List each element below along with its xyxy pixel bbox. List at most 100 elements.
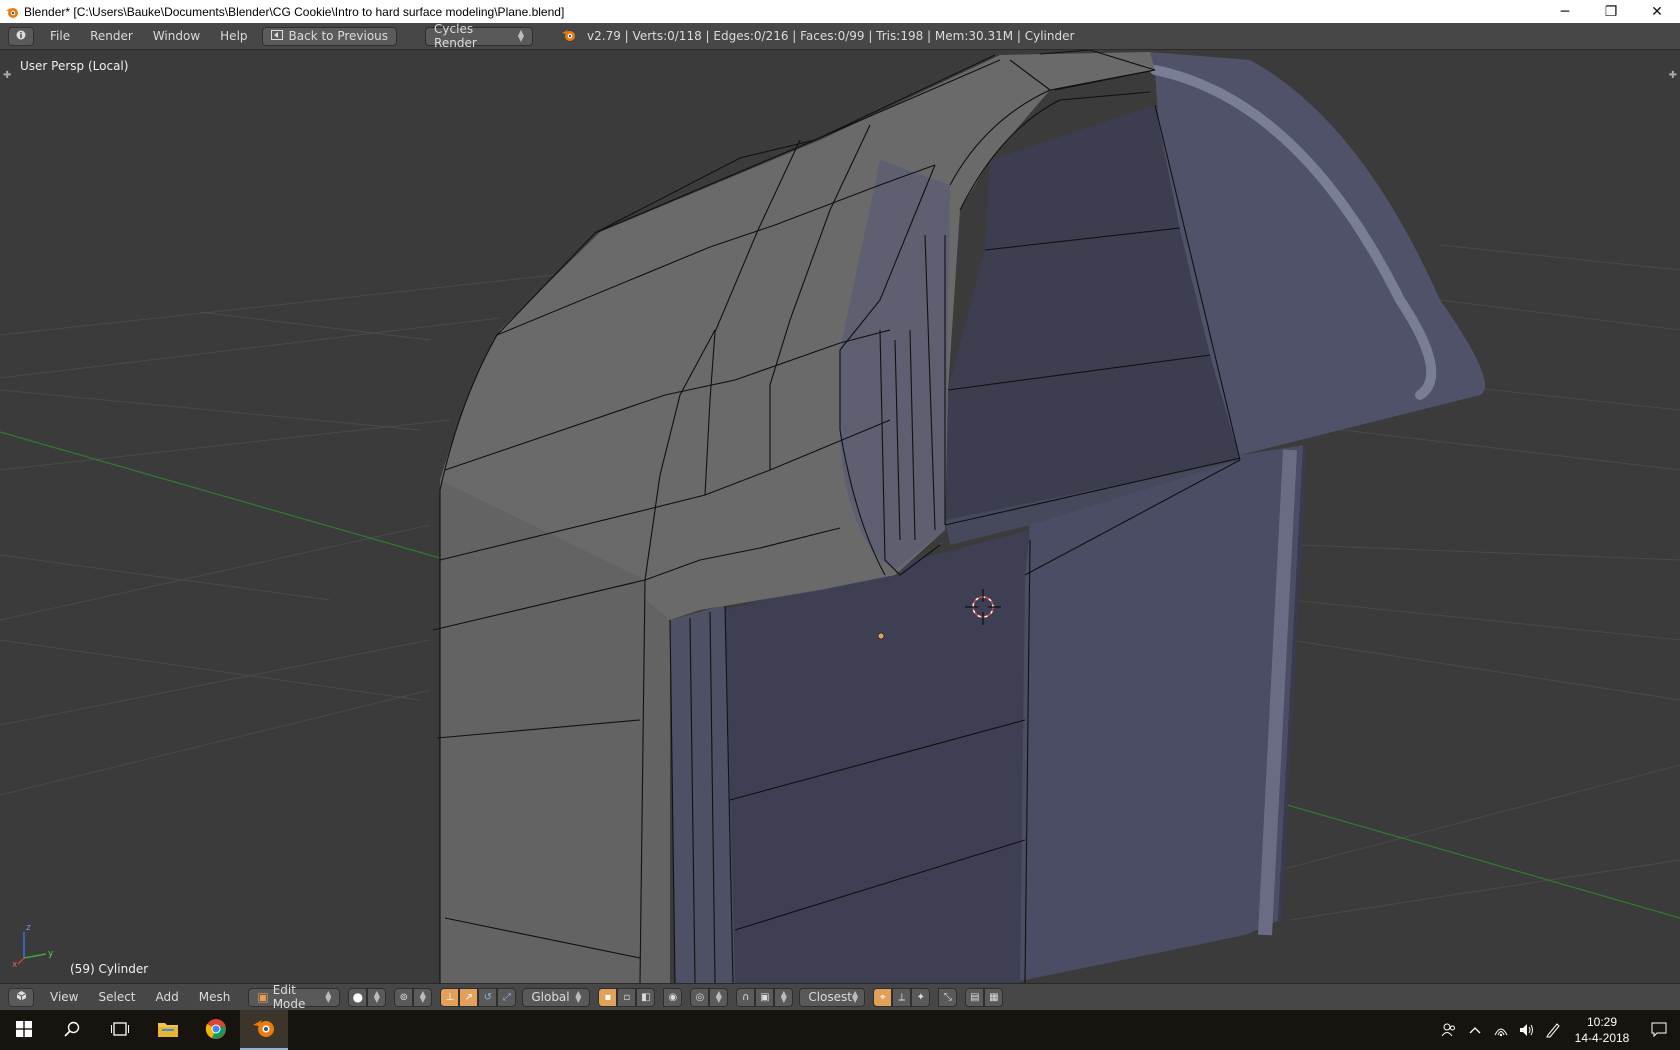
snap-target-value: Closest [808,990,852,1004]
edit-mode-icon: ▣ [257,990,269,1004]
windows-logo-icon [16,1020,32,1040]
arrow-icon: ↗ [464,991,474,1003]
blender-logo-icon [561,28,577,45]
info-icon [16,29,26,43]
snap-self-icon: ✦ [916,991,926,1003]
menu-window[interactable]: Window [143,23,210,50]
start-button[interactable] [0,1010,48,1050]
updown-arrows-icon: ▲ ▼ [517,28,525,43]
menu-render[interactable]: Render [80,23,143,50]
back-to-previous-button[interactable]: Back to Previous [261,26,398,46]
taskbar-clock[interactable]: 10:29 14-4-2018 [1566,1014,1638,1046]
transform-orientation-select[interactable]: Global ▲ ▼ [522,987,591,1007]
network-icon[interactable] [1488,1023,1514,1037]
menu-file[interactable]: File [40,23,80,50]
scene-stats: v2.79 | Verts:0/118 | Edges:0/216 | Face… [587,29,1075,43]
editor-type-selector[interactable] [8,987,34,1007]
task-view-button[interactable] [96,1010,144,1050]
axis-gizmo: z y x [12,923,54,968]
snap-element-button[interactable]: ▣ [755,987,775,1007]
menu-help[interactable]: Help [210,23,257,50]
active-object-label: (59) Cylinder [70,962,149,976]
action-center-button[interactable] [1638,1021,1680,1040]
snap-target-select[interactable]: Closest ▲ ▼ [799,987,866,1007]
window-title-bar: Blender* [C:\Users\Bauke\Documents\Blend… [0,0,1680,23]
updown-arrows-icon: ▲ ▼ [780,989,787,1004]
search-button[interactable] [48,1010,96,1050]
translate-manipulator-button[interactable]: ↗ [459,987,479,1007]
edge-select-icon: ▫ [623,991,631,1003]
mode-value: Edit Mode [272,983,306,1011]
rotate-manipulator-button[interactable]: ↺ [478,987,498,1007]
editor-type-selector[interactable] [8,26,34,46]
vertex-select-button[interactable]: ▪ [598,987,618,1007]
proportional-dropdown[interactable]: ▲ ▼ [709,987,729,1007]
taskbar-chrome[interactable] [192,1010,240,1050]
snap-project-button[interactable]: ⌖ [873,987,893,1007]
snap-self-button[interactable]: ✦ [911,987,931,1007]
snap-align-button[interactable]: ⟂ [892,987,912,1007]
object-origin-dot [877,632,885,640]
3d-view-cube-icon [16,990,27,1004]
limit-selection-button[interactable]: ◉ [663,987,683,1007]
pivot-dropdown[interactable]: ▲ ▼ [413,987,433,1007]
scale-manipulator-button[interactable]: ⤢ [497,987,517,1007]
menu-view[interactable]: View [40,984,88,1011]
face-select-icon: ◧ [641,991,651,1003]
view-name-label: User Persp (Local) [20,59,129,73]
pen-icon[interactable] [1540,1022,1566,1038]
menu-mesh[interactable]: Mesh [189,984,241,1011]
pivot-point-button[interactable]: ⊚ [394,987,414,1007]
edge-select-button[interactable]: ▫ [617,987,637,1007]
windows-taskbar: 10:29 14-4-2018 [0,1010,1680,1050]
render-image-button[interactable]: ▤ [965,987,985,1007]
orientation-value: Global [531,990,570,1004]
toolshelf-expand-icon[interactable]: ✚ [3,70,11,81]
snap-toggle-button[interactable]: ∩ [736,987,756,1007]
shading-dropdown[interactable]: ▲ ▼ [367,987,387,1007]
menu-add[interactable]: Add [146,984,189,1011]
updown-arrows-icon: ▲ ▼ [325,989,332,1004]
render-animation-button[interactable]: ▦ [984,987,1004,1007]
y-axis-label: y [48,949,54,959]
opengl-render-button[interactable]: ⤡ [938,987,958,1007]
x-axis-line [0,431,441,559]
mode-select[interactable]: ▣ Edit Mode ▲ ▼ [248,983,341,1011]
back-to-previous-label: Back to Previous [288,29,389,43]
viewport-shading-button[interactable]: ● [348,987,368,1007]
info-header: File Render Window Help Back to Previous… [0,22,1680,50]
mesh-face [670,605,735,983]
people-icon[interactable] [1436,1022,1462,1038]
task-view-icon [111,1021,129,1040]
chevron-up-icon[interactable] [1462,1026,1488,1034]
restore-button[interactable]: ❐ [1588,0,1634,23]
snap-element-dropdown[interactable]: ▲ ▼ [774,987,794,1007]
viewport-scene [0,50,1680,983]
solid-sphere-icon: ● [352,990,364,1004]
search-icon [64,1021,80,1040]
face-select-button[interactable]: ◧ [636,987,656,1007]
blender-logo-icon [4,4,20,20]
proportional-edit-button[interactable]: ◎ [690,987,710,1007]
close-button[interactable]: ✕ [1634,0,1680,23]
notification-icon [1651,1021,1667,1040]
pivot-icon: ⊚ [399,991,409,1003]
taskbar-blender[interactable] [240,1010,288,1050]
occlude-icon: ◉ [668,991,678,1003]
updown-arrows-icon: ▲ ▼ [419,989,426,1004]
render-engine-value: Cycles Render [434,22,477,50]
properties-expand-icon[interactable]: ✚ [1669,70,1677,81]
screen-back-icon [270,29,283,43]
taskbar-file-explorer[interactable] [144,1010,192,1050]
z-axis-label: z [26,923,31,933]
clock-date: 14-4-2018 [1574,1031,1630,1045]
render-engine-select[interactable]: Cycles Render ▲ ▼ [425,22,534,50]
minimize-button[interactable]: ─ [1542,0,1588,23]
3d-viewport[interactable]: ✚ ✚ User Persp (Local) z y x (59) Cylind… [0,50,1680,983]
snap-element-icon: ▣ [760,991,770,1003]
volume-icon[interactable] [1514,1023,1540,1037]
manipulator-toggle-button[interactable]: ⊥ [440,987,460,1007]
menu-select[interactable]: Select [88,984,145,1011]
scale-icon: ⤢ [502,991,511,1003]
clapper-icon: ▦ [989,991,999,1003]
